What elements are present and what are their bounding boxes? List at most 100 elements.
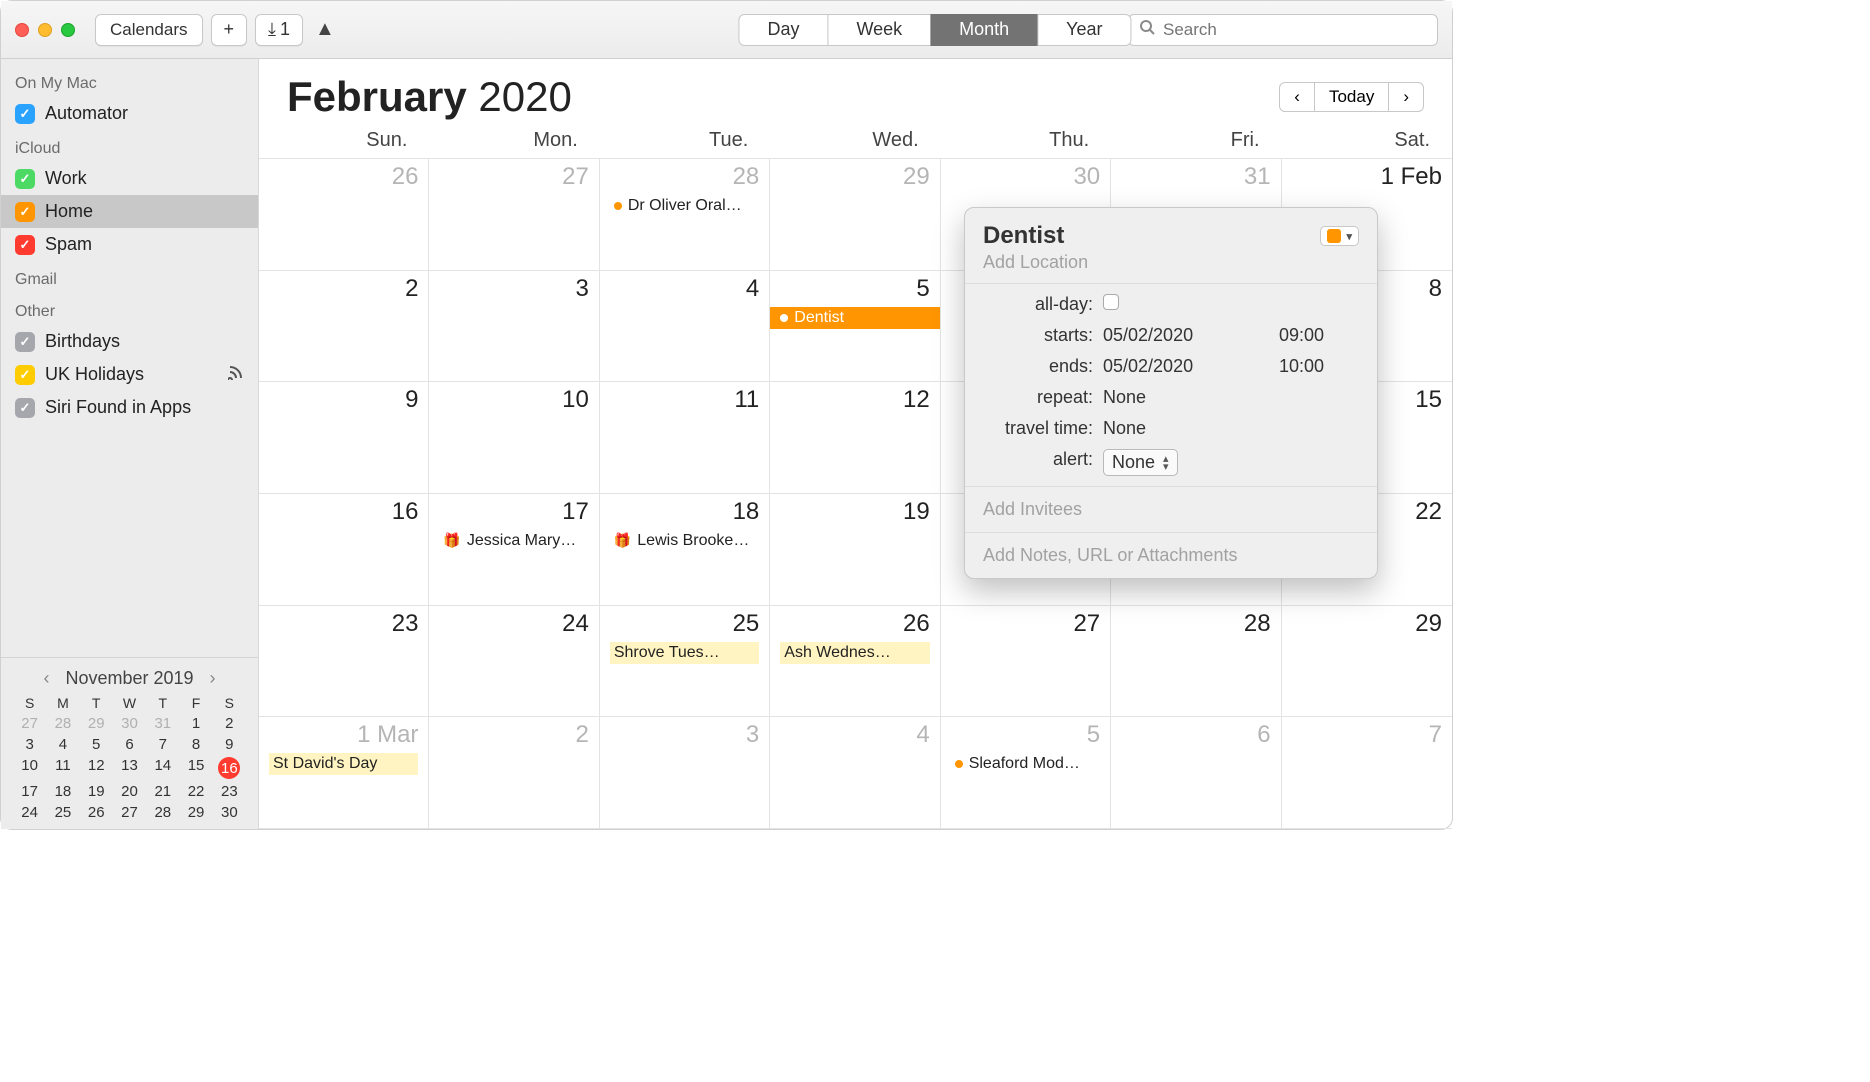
event[interactable]: Sleaford Mod… bbox=[951, 753, 1100, 775]
mini-day[interactable]: 26 bbox=[80, 804, 113, 821]
mini-day[interactable]: 30 bbox=[113, 715, 146, 732]
event[interactable]: Shrove Tues… bbox=[610, 642, 759, 664]
day-cell[interactable]: 2 bbox=[429, 717, 599, 829]
sidebar-calendar-item[interactable]: Spam bbox=[1, 228, 258, 261]
mini-next-button[interactable]: › bbox=[210, 668, 216, 689]
day-cell[interactable]: 16 bbox=[259, 494, 429, 606]
event-location-field[interactable]: Add Location bbox=[983, 252, 1359, 273]
day-cell[interactable]: 25Shrove Tues… bbox=[600, 606, 770, 718]
calendar-checkbox[interactable] bbox=[15, 332, 35, 352]
day-cell[interactable]: 3 bbox=[600, 717, 770, 829]
invitees-field[interactable]: Add Invitees bbox=[965, 487, 1377, 533]
calendar-checkbox[interactable] bbox=[15, 235, 35, 255]
mini-day[interactable]: 27 bbox=[13, 715, 46, 732]
event[interactable]: Ash Wednes… bbox=[780, 642, 929, 664]
ends-date[interactable]: 05/02/2020 bbox=[1103, 356, 1279, 377]
mini-day[interactable]: 3 bbox=[13, 736, 46, 753]
mini-day[interactable]: 24 bbox=[13, 804, 46, 821]
day-cell[interactable]: 26 bbox=[259, 159, 429, 271]
mini-day[interactable]: 7 bbox=[146, 736, 179, 753]
close-window-button[interactable] bbox=[15, 23, 29, 37]
day-cell[interactable]: 2 bbox=[259, 271, 429, 383]
day-cell[interactable]: 27 bbox=[941, 606, 1111, 718]
mini-day[interactable]: 21 bbox=[146, 783, 179, 800]
day-cell[interactable]: 27 bbox=[429, 159, 599, 271]
day-cell[interactable]: 6 bbox=[1111, 717, 1281, 829]
calendar-checkbox[interactable] bbox=[15, 104, 35, 124]
event-calendar-selector[interactable]: ▾ bbox=[1320, 226, 1359, 246]
day-cell[interactable]: 28Dr Oliver Oral… bbox=[600, 159, 770, 271]
sidebar-calendar-item[interactable]: Siri Found in Apps bbox=[1, 391, 258, 424]
day-cell[interactable]: 12 bbox=[770, 382, 940, 494]
sidebar-calendar-item[interactable]: Birthdays bbox=[1, 325, 258, 358]
day-cell[interactable]: 1 MarSt David's Day bbox=[259, 717, 429, 829]
day-cell[interactable]: 4 bbox=[600, 271, 770, 383]
allday-checkbox[interactable] bbox=[1103, 294, 1119, 310]
day-cell[interactable]: 3 bbox=[429, 271, 599, 383]
sidebar-calendar-item[interactable]: UK Holidays bbox=[1, 358, 258, 391]
mini-day[interactable]: 28 bbox=[146, 804, 179, 821]
search-field[interactable] bbox=[1128, 14, 1438, 46]
mini-day[interactable]: 5 bbox=[80, 736, 113, 753]
event-title[interactable]: Dentist bbox=[983, 222, 1064, 250]
mini-day[interactable]: 30 bbox=[213, 804, 246, 821]
day-cell[interactable]: 23 bbox=[259, 606, 429, 718]
mini-day[interactable]: 28 bbox=[46, 715, 79, 732]
mini-day[interactable]: 4 bbox=[46, 736, 79, 753]
mini-prev-button[interactable]: ‹ bbox=[43, 668, 49, 689]
add-event-button[interactable]: + bbox=[211, 14, 248, 46]
mini-day[interactable]: 23 bbox=[213, 783, 246, 800]
mini-day[interactable]: 25 bbox=[46, 804, 79, 821]
repeat-value[interactable]: None bbox=[1103, 387, 1359, 408]
mini-day[interactable]: 20 bbox=[113, 783, 146, 800]
day-cell[interactable]: 7 bbox=[1282, 717, 1452, 829]
day-cell[interactable]: 29 bbox=[770, 159, 940, 271]
calendars-button[interactable]: Calendars bbox=[95, 14, 203, 46]
day-cell[interactable]: 5Dentist bbox=[770, 271, 940, 383]
today-button[interactable]: Today bbox=[1314, 82, 1389, 112]
day-cell[interactable]: 19 bbox=[770, 494, 940, 606]
zoom-window-button[interactable] bbox=[61, 23, 75, 37]
sidebar-calendar-item[interactable]: Automator bbox=[1, 97, 258, 130]
mini-day[interactable]: 14 bbox=[146, 757, 179, 779]
mini-day[interactable]: 1 bbox=[179, 715, 212, 732]
day-cell[interactable]: 9 bbox=[259, 382, 429, 494]
prev-month-button[interactable]: ‹ bbox=[1279, 82, 1315, 112]
view-tab-year[interactable]: Year bbox=[1037, 14, 1131, 46]
day-cell[interactable]: 24 bbox=[429, 606, 599, 718]
alert-select[interactable]: None ▴▾ bbox=[1103, 449, 1178, 476]
mini-day[interactable]: 31 bbox=[146, 715, 179, 732]
calendar-checkbox[interactable] bbox=[15, 365, 35, 385]
calendar-checkbox[interactable] bbox=[15, 202, 35, 222]
mini-day[interactable]: 15 bbox=[179, 757, 212, 779]
day-cell[interactable]: 5Sleaford Mod… bbox=[941, 717, 1111, 829]
mini-day[interactable]: 18 bbox=[46, 783, 79, 800]
ends-time[interactable]: 10:00 bbox=[1279, 356, 1359, 377]
mini-day[interactable]: 13 bbox=[113, 757, 146, 779]
event[interactable]: Dr Oliver Oral… bbox=[610, 195, 759, 217]
search-input[interactable] bbox=[1163, 20, 1427, 40]
event[interactable]: 🎁Lewis Brooke… bbox=[610, 530, 759, 552]
event[interactable]: St David's Day bbox=[269, 753, 418, 775]
view-tab-month[interactable]: Month bbox=[930, 14, 1038, 46]
mini-day[interactable]: 29 bbox=[179, 804, 212, 821]
view-tab-day[interactable]: Day bbox=[738, 14, 828, 46]
event[interactable]: Dentist bbox=[770, 307, 939, 329]
mini-day[interactable]: 27 bbox=[113, 804, 146, 821]
mini-day[interactable]: 2 bbox=[213, 715, 246, 732]
calendar-checkbox[interactable] bbox=[15, 398, 35, 418]
notes-field[interactable]: Add Notes, URL or Attachments bbox=[965, 533, 1377, 578]
day-cell[interactable]: 18🎁Lewis Brooke… bbox=[600, 494, 770, 606]
event[interactable]: 🎁Jessica Mary… bbox=[439, 530, 588, 552]
mini-day[interactable]: 10 bbox=[13, 757, 46, 779]
day-cell[interactable]: 26Ash Wednes… bbox=[770, 606, 940, 718]
day-cell[interactable]: 17🎁Jessica Mary… bbox=[429, 494, 599, 606]
day-cell[interactable]: 10 bbox=[429, 382, 599, 494]
mini-day[interactable]: 12 bbox=[80, 757, 113, 779]
sidebar-calendar-item[interactable]: Home bbox=[1, 195, 258, 228]
starts-time[interactable]: 09:00 bbox=[1279, 325, 1359, 346]
day-cell[interactable]: 28 bbox=[1111, 606, 1281, 718]
next-month-button[interactable]: › bbox=[1388, 82, 1424, 112]
mini-day[interactable]: 29 bbox=[80, 715, 113, 732]
inbox-button[interactable]: ⤓ 1 bbox=[255, 14, 303, 46]
